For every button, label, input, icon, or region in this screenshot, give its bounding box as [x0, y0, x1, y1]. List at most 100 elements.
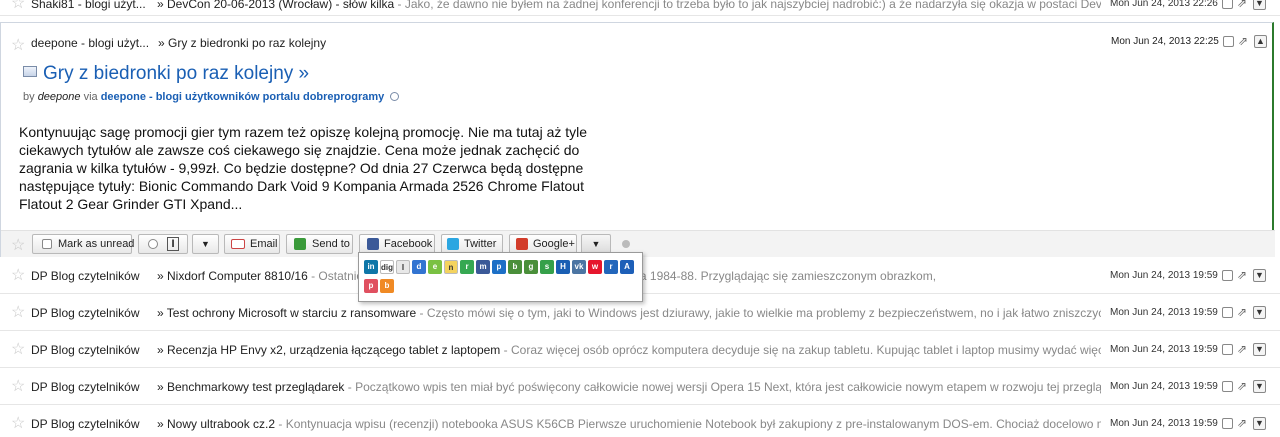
checkbox-icon[interactable]: [1222, 270, 1233, 281]
pinboard-icon[interactable]: p: [492, 260, 506, 274]
byline: by deepone via deepone - blogi użytkowni…: [23, 91, 400, 103]
star-icon[interactable]: ☆: [11, 35, 25, 55]
blog-icon[interactable]: b: [380, 279, 394, 293]
item-title[interactable]: » Nixdorf Computer 8810/16: [157, 269, 308, 283]
item-title[interactable]: » Test ochrony Microsoft w starciu z ran…: [157, 306, 416, 320]
blog-link[interactable]: deepone - blogi użytkowników portalu dob…: [101, 91, 385, 103]
chevron-down-icon[interactable]: ▼: [1253, 343, 1266, 356]
star-icon[interactable]: ☆: [11, 305, 27, 321]
facebook-button[interactable]: Facebook: [359, 234, 435, 254]
item-snippet: - Często mówi się o tym, jaki to Windows…: [416, 306, 1101, 320]
item-date: Mon Jun 24, 2013 19:59: [1110, 344, 1218, 355]
digg-icon[interactable]: digg: [380, 260, 394, 274]
dropdown-button[interactable]: ▼: [192, 234, 219, 254]
open-in-new-icon[interactable]: ⇗: [1237, 417, 1250, 429]
item-title[interactable]: » DevCon 20-06-2013 (Wrocław) - słów kil…: [157, 0, 394, 11]
checkbox-icon[interactable]: [1222, 418, 1233, 429]
mark-as-unread-button[interactable]: Mark as unread: [32, 234, 134, 254]
rating-button[interactable]: I: [138, 234, 188, 254]
checkbox-icon[interactable]: [1222, 307, 1233, 318]
chevron-down-icon[interactable]: ▼: [1253, 269, 1266, 282]
open-in-new-icon[interactable]: ⇗: [1237, 269, 1250, 281]
item-source: deepone - blogi użyt...: [31, 36, 150, 50]
notes-icon[interactable]: n: [444, 260, 458, 274]
item-snippet: - Kontynuacja wpisu (recenzji) notebooka…: [275, 417, 1101, 431]
chevron-down-icon[interactable]: ▼: [1253, 380, 1266, 393]
author-name: deepone: [37, 91, 81, 103]
item-date: Mon Jun 24, 2013 19:59: [1110, 418, 1218, 429]
renren-icon[interactable]: r: [604, 260, 618, 274]
checkbox-icon[interactable]: [1223, 36, 1234, 47]
item-line[interactable]: » Test ochrony Microsoft w starciu z ran…: [157, 306, 1101, 320]
send-to-button[interactable]: Send to: [286, 234, 353, 254]
vk-icon[interactable]: vk: [572, 260, 586, 274]
star-icon[interactable]: ☆: [11, 235, 25, 255]
feed-item[interactable]: ☆ DP Blog czytelników » Recenzja HP Envy…: [0, 331, 1280, 368]
feed-item[interactable]: ☆ DP Blog czytelników » Nowy ultrabook c…: [0, 405, 1280, 437]
star-icon[interactable]: ☆: [11, 379, 27, 395]
myspace-icon[interactable]: m: [476, 260, 490, 274]
blogger-icon[interactable]: b: [508, 260, 522, 274]
evernote-icon[interactable]: e: [428, 260, 442, 274]
item-date: Mon Jun 24, 2013 19:59: [1110, 307, 1218, 318]
item-date: Mon Jun 24, 2013 22:26: [1110, 0, 1218, 9]
feed-item-top[interactable]: ☆ Shaki81 - blogi użyt... » DevCon 20-06…: [0, 0, 1280, 16]
twitter-icon: [447, 238, 459, 250]
item-line[interactable]: » Benchmarkowy test przeglądarek - Począ…: [157, 380, 1101, 394]
item-title[interactable]: » Gry z biedronki po raz kolejny: [158, 36, 326, 50]
chevron-up-icon[interactable]: ▲: [1254, 35, 1267, 48]
weibo-icon[interactable]: w: [588, 260, 602, 274]
delicious-icon[interactable]: d: [412, 260, 426, 274]
checkbox-icon: [42, 239, 52, 249]
chevron-down-icon[interactable]: ▼: [1253, 0, 1266, 10]
open-in-new-icon[interactable]: ⇗: [1237, 0, 1250, 9]
item-title[interactable]: » Recenzja HP Envy x2, urządzenia łącząc…: [157, 343, 500, 357]
linkedin-icon[interactable]: in: [364, 260, 378, 274]
email-button[interactable]: Email: [224, 234, 280, 254]
open-in-new-icon[interactable]: ⇗: [1237, 343, 1250, 355]
checkbox-icon[interactable]: [1222, 344, 1233, 355]
checkbox-icon[interactable]: [1222, 381, 1233, 392]
readability-icon[interactable]: r: [460, 260, 474, 274]
article-title-link[interactable]: Gry z biedronki po raz kolejny »: [43, 63, 309, 85]
open-in-new-icon[interactable]: ⇗: [1237, 380, 1250, 392]
star-icon[interactable]: ☆: [11, 416, 27, 432]
email-icon: [231, 239, 245, 249]
item-source: DP Blog czytelników: [31, 306, 140, 320]
checkbox-icon[interactable]: [1222, 0, 1233, 9]
share-services-popup: indiggIdenrmpbgsHvkwrApb: [358, 252, 643, 302]
instapaper-icon[interactable]: I: [396, 260, 410, 274]
feed-item[interactable]: ☆ DP Blog czytelników » Benchmarkowy tes…: [0, 368, 1280, 405]
more-share-dropdown-button[interactable]: ▼: [581, 234, 611, 254]
chevron-down-icon: ▼: [201, 239, 210, 249]
feed-info-icon[interactable]: [390, 92, 400, 101]
item-snippet: - Początkowo wpis ten miał być poświęcon…: [344, 380, 1101, 394]
item-source: DP Blog czytelników: [31, 269, 140, 283]
circle-icon: [148, 239, 158, 249]
item-title[interactable]: » Benchmarkowy test przeglądarek: [157, 380, 344, 394]
star-icon[interactable]: ☆: [11, 268, 27, 284]
chevron-down-icon[interactable]: ▼: [1253, 417, 1266, 430]
item-line[interactable]: » Recenzja HP Envy x2, urządzenia łącząc…: [157, 343, 1101, 357]
item-date: Mon Jun 24, 2013 19:59: [1110, 270, 1218, 281]
google-plus-button[interactable]: Google+: [509, 234, 577, 254]
hatena-icon[interactable]: H: [556, 260, 570, 274]
chevron-down-icon[interactable]: ▼: [1253, 306, 1266, 319]
by-label: by: [23, 91, 35, 103]
item-source: DP Blog czytelników: [31, 343, 140, 357]
navigator-icon[interactable]: A: [620, 260, 634, 274]
item-snippet: - Jako, że dawno nie byłem na żadnej kon…: [394, 0, 1101, 11]
star-icon[interactable]: ☆: [11, 0, 27, 12]
google-icon[interactable]: g: [524, 260, 538, 274]
item-line[interactable]: » DevCon 20-06-2013 (Wrocław) - słów kil…: [157, 0, 1101, 11]
bookmark-icon[interactable]: s: [540, 260, 554, 274]
twitter-button[interactable]: Twitter: [441, 234, 503, 254]
item-source: DP Blog czytelników: [31, 380, 140, 394]
settings-dot-icon[interactable]: [622, 240, 630, 248]
pocket-icon[interactable]: p: [364, 279, 378, 293]
star-icon[interactable]: ☆: [11, 342, 27, 358]
item-title[interactable]: » Nowy ultrabook cz.2: [157, 417, 275, 431]
item-line[interactable]: » Nowy ultrabook cz.2 - Kontynuacja wpis…: [157, 417, 1101, 431]
open-in-new-icon[interactable]: ⇗: [1237, 306, 1250, 318]
open-in-new-icon[interactable]: ⇗: [1238, 35, 1251, 47]
